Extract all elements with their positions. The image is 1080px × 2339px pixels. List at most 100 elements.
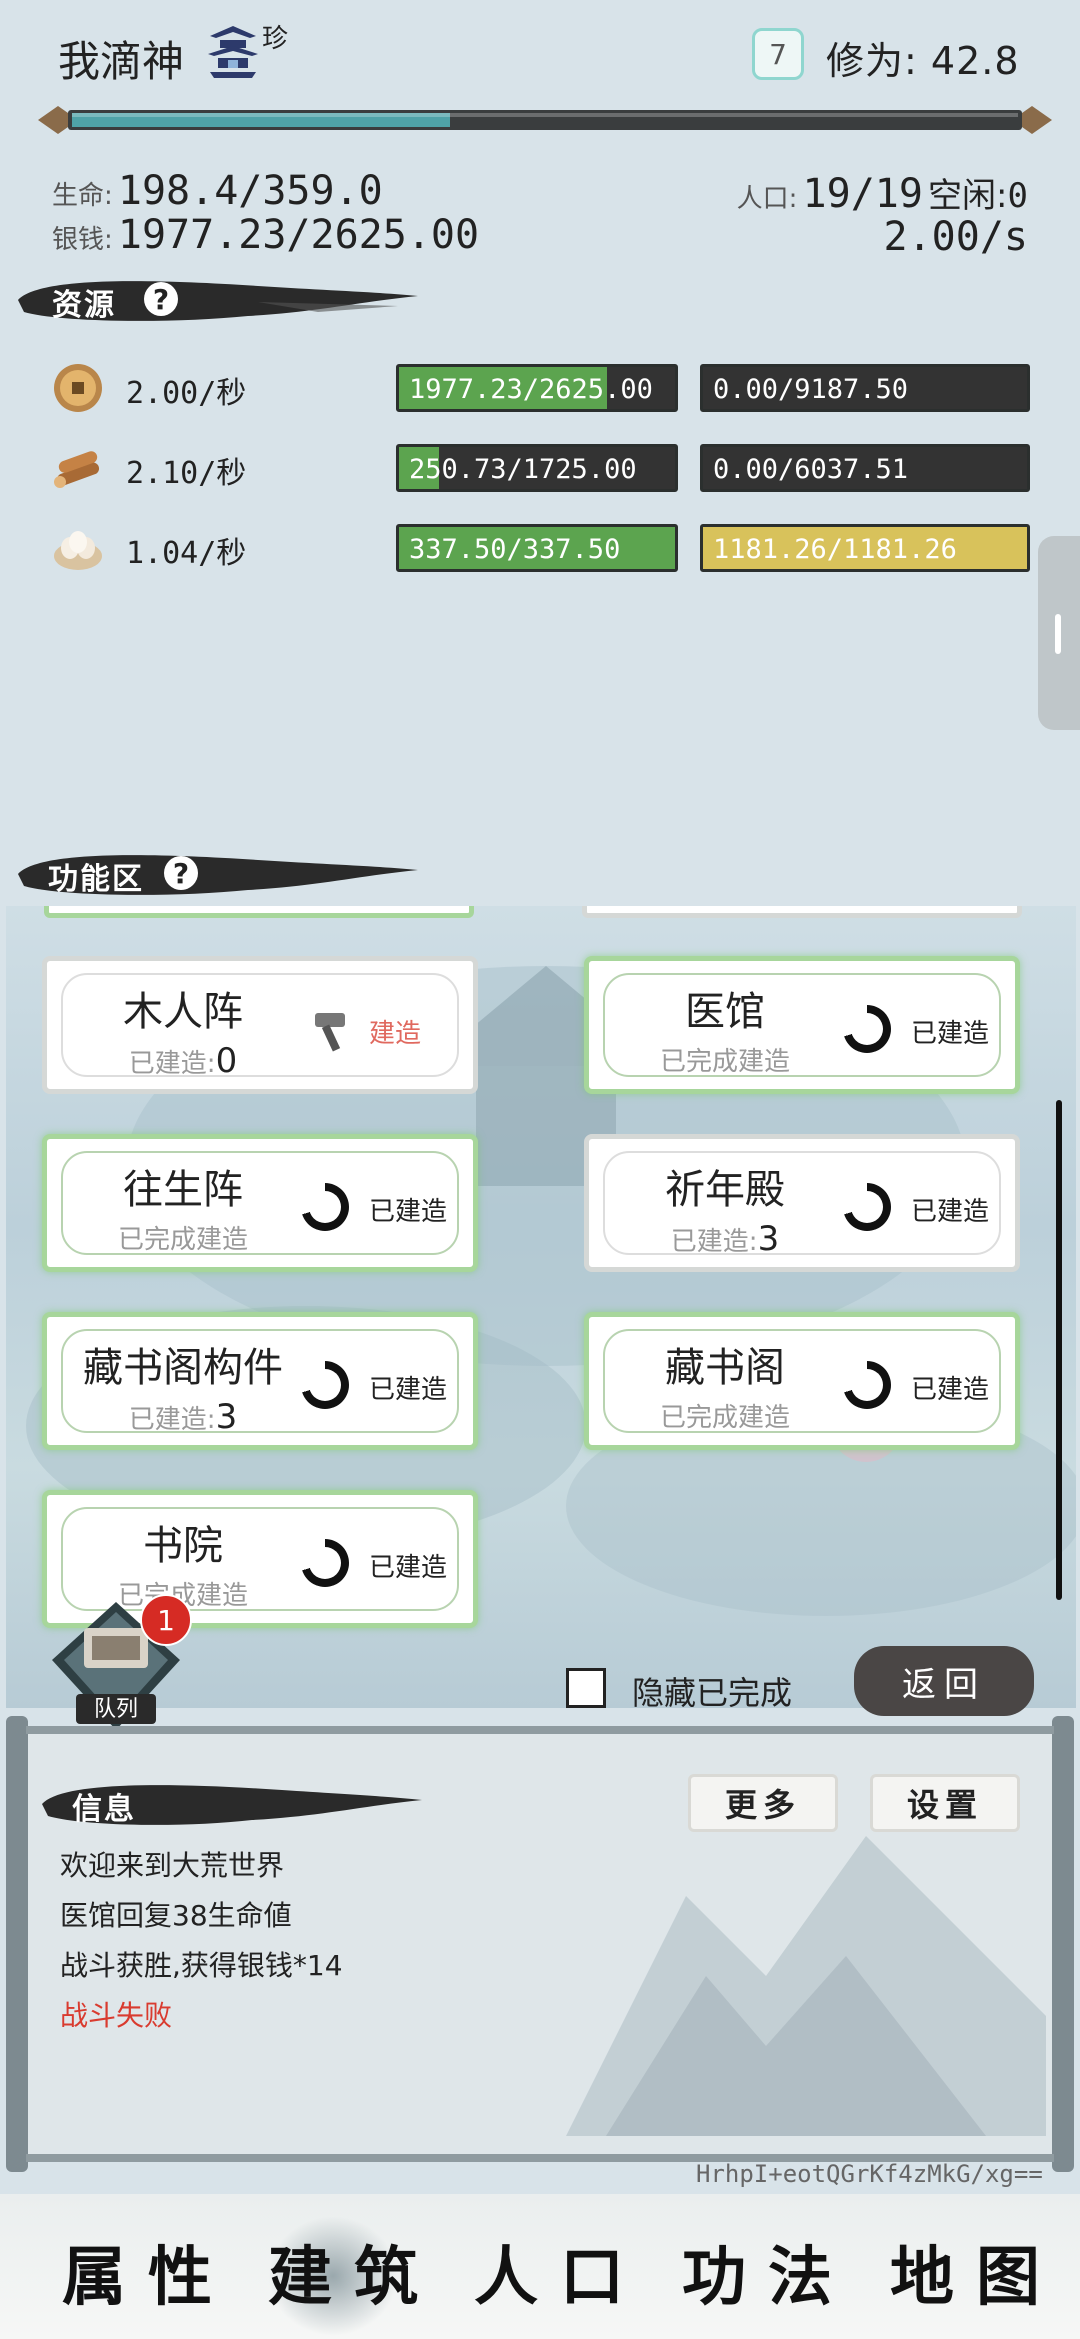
queue-count-badge: 1 — [140, 1594, 192, 1646]
building-card[interactable]: 藏书阁已完成建造 已建造 — [584, 1312, 1020, 1450]
messages-title: 信息 — [72, 1792, 136, 1827]
resource-storage-value: 1181.26/1181.26 — [713, 534, 957, 565]
hammer-icon — [315, 1013, 345, 1052]
loading-icon — [843, 1361, 891, 1409]
built-count: 3 — [757, 1219, 780, 1259]
built-status: 已建造 — [911, 1375, 990, 1405]
loading-icon — [301, 1539, 349, 1587]
building-card[interactable]: 祈年殿已建造:3 已建造 — [584, 1134, 1020, 1272]
income-rate: 2.00/s — [883, 214, 1029, 260]
building-card[interactable]: 往生阵已完成建造 已建造 — [42, 1134, 478, 1272]
help-icon[interactable]: ? — [144, 282, 178, 316]
cultivation-stat: 修为: 42.8 — [826, 30, 1020, 85]
resources-banner: 资源 ? — [18, 272, 418, 328]
egg-icon — [54, 531, 102, 570]
resource-rate: 1.04/秒 — [126, 536, 247, 571]
more-button[interactable]: 更多 — [688, 1774, 838, 1832]
building-status-text: 已建造: — [128, 1405, 216, 1435]
resource-stock-bar: 337.50/337.50 — [396, 524, 678, 572]
cultivation-progress-bar — [38, 106, 1052, 134]
resource-storage-bar: 1181.26/1181.26 — [700, 524, 1030, 572]
building-card[interactable]: 医馆已完成建造 已建造 — [584, 956, 1020, 1094]
help-icon[interactable]: ? — [164, 856, 198, 890]
population-stat: 人口: 19/19 空闲:0 — [737, 168, 1028, 217]
session-code: HrhpI+eotQGrKf4zMkG/xg== — [696, 2160, 1043, 2188]
building-status-text: 已建造: — [128, 1049, 216, 1079]
build-button[interactable]: 建造 — [369, 1013, 421, 1050]
building-status: 已建造:3 — [47, 1397, 319, 1437]
cultivation-label: 修为: — [826, 39, 918, 83]
nav-techniques[interactable]: 功法 — [682, 2226, 854, 2318]
resource-row: 2.00/秒 1977.23/2625.00 0.00/9187.50 — [52, 358, 1052, 418]
loading-icon — [843, 1005, 891, 1053]
loading-icon — [301, 1183, 349, 1231]
building-status-text: 已完成建造 — [659, 1403, 790, 1433]
rank-label: 珍 — [262, 24, 289, 54]
nav-buildings[interactable]: 建筑 — [268, 2226, 440, 2318]
population-value: 19/19 — [802, 171, 923, 217]
built-status: 已建造 — [369, 1375, 448, 1405]
resource-stock-value: 250.73/1725.00 — [409, 454, 637, 485]
messages-banner: 信息 — [42, 1776, 422, 1832]
built-status: 已建造 — [369, 1553, 448, 1583]
loading-icon — [301, 1361, 349, 1409]
card-partial — [582, 906, 1022, 918]
resource-row: 1.04/秒 337.50/337.50 1181.26/1181.26 — [52, 518, 1052, 578]
function-area-panel[interactable]: 木人阵 已建造:0 建造 医馆 已完成建造 已建造 往生阵 已完成建造 已建造 祈年殿 已建造:3 已… — [6, 906, 1076, 1708]
life-stat: 生命: 198.4/359.0 — [52, 168, 383, 214]
building-name: 往生阵 — [123, 1167, 243, 1213]
bottom-nav: 属性 建筑 人口 功法 地图 — [0, 2194, 1080, 2339]
resource-stock-bar: 1977.23/2625.00 — [396, 364, 678, 412]
life-label: 生命: — [52, 181, 113, 211]
building-name: 藏书阁构件 — [83, 1345, 283, 1391]
function-area-scrollbar[interactable] — [1056, 1100, 1062, 1600]
card-partial — [44, 906, 474, 918]
settings-button[interactable]: 设置 — [870, 1774, 1020, 1832]
built-status: 已建造 — [911, 1197, 990, 1227]
loading-icon — [843, 1183, 891, 1231]
building-name: 医馆 — [685, 989, 765, 1035]
building-name: 木人阵 — [123, 989, 243, 1035]
resource-storage-bar: 0.00/6037.51 — [700, 444, 1030, 492]
pagoda-icon — [208, 26, 258, 78]
building-status: 已建造:0 — [47, 1041, 319, 1081]
hide-completed-label[interactable]: 隐藏已完成 — [632, 1668, 792, 1714]
silver-label: 银钱: — [52, 225, 113, 255]
cultivation-value: 42.8 — [930, 39, 1020, 83]
message-line: 欢迎来到大荒世界 — [60, 1849, 285, 1882]
building-status: 已完成建造 — [47, 1219, 319, 1256]
level-badge[interactable]: 7 — [752, 28, 804, 80]
building-status-text: 已完成建造 — [117, 1225, 248, 1255]
resource-rate: 2.10/秒 — [126, 456, 247, 491]
idle-label: 空闲: — [928, 176, 1008, 216]
built-status: 已建造 — [369, 1197, 448, 1227]
building-status: 已完成建造 — [589, 1041, 861, 1078]
side-drawer-handle[interactable] — [1038, 536, 1080, 730]
building-name: 藏书阁 — [665, 1345, 785, 1391]
building-name: 书院 — [143, 1523, 223, 1569]
building-card[interactable]: 藏书阁构件已建造:3 已建造 — [42, 1312, 478, 1450]
building-name: 祈年殿 — [665, 1167, 785, 1213]
built-count: 3 — [215, 1397, 238, 1437]
population-label: 人口: — [736, 184, 798, 214]
resource-stock-value: 1977.23/2625.00 — [409, 374, 653, 405]
coin-icon — [54, 364, 102, 412]
building-status: 已完成建造 — [589, 1397, 861, 1434]
back-button[interactable]: 返回 — [854, 1646, 1034, 1716]
function-area-banner: 功能区 ? — [18, 846, 418, 902]
life-value: 198.4/359.0 — [117, 168, 383, 214]
player-name: 我滴神 — [58, 37, 185, 86]
resource-row: 2.10/秒 250.73/1725.00 0.00/6037.51 — [52, 438, 1052, 498]
idle-value: 0 — [1007, 176, 1028, 216]
nav-attributes[interactable]: 属性 — [62, 2226, 234, 2318]
hide-completed-checkbox[interactable] — [566, 1668, 606, 1708]
resource-storage-bar: 0.00/9187.50 — [700, 364, 1030, 412]
building-card[interactable]: 木人阵已建造:0 建造 — [42, 956, 478, 1094]
nav-population[interactable]: 人口 — [474, 2226, 646, 2318]
resource-storage-value: 0.00/9187.50 — [713, 374, 909, 405]
built-count: 0 — [215, 1041, 238, 1081]
resource-rate: 2.00/秒 — [126, 376, 247, 411]
nav-map[interactable]: 地图 — [890, 2226, 1062, 2318]
building-status-text: 已建造: — [670, 1227, 758, 1257]
built-status: 已建造 — [911, 1019, 990, 1049]
